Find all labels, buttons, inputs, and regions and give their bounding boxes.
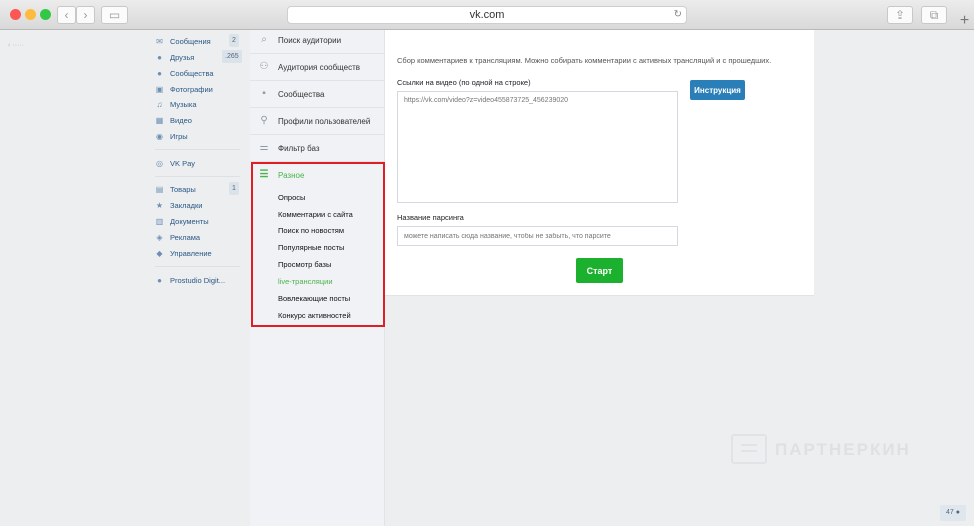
watermark-text: ПАРТНЕРКИН bbox=[775, 440, 911, 459]
app-menu-divider bbox=[250, 134, 385, 135]
misc-sub-item[interactable]: Поиск по новостям bbox=[278, 226, 344, 238]
messages-badge: 2 bbox=[229, 34, 239, 47]
misc-sub-item[interactable]: Опросы bbox=[278, 193, 305, 205]
misc-sub-item[interactable]: Популярные посты bbox=[278, 243, 344, 255]
vk-menu-item-goods[interactable]: ▤ Товары bbox=[155, 182, 196, 196]
vk-menu-item-vkpay[interactable]: ◎ VK Pay bbox=[155, 156, 195, 170]
misc-sub-item[interactable]: Комментарии с сайта bbox=[278, 210, 353, 222]
group-icon: ● bbox=[157, 275, 162, 285]
app-menu-item-user-profiles[interactable]: ⚲ Профили пользователей bbox=[258, 113, 370, 129]
video-links-textarea[interactable] bbox=[397, 91, 678, 203]
communities-icon: ● bbox=[157, 68, 162, 78]
messages-icon: ✉ bbox=[156, 36, 163, 46]
vk-menu-item-video[interactable]: ▦ Видео bbox=[155, 113, 192, 127]
manage-icon: ◆ bbox=[156, 248, 163, 258]
vk-menu-item-manage[interactable]: ◆ Управление bbox=[155, 246, 211, 260]
app-menu-divider bbox=[250, 80, 385, 81]
users-icon: ⚇ bbox=[259, 61, 269, 72]
back-button[interactable]: ‹ bbox=[57, 6, 76, 24]
back-link[interactable]: ‹ ····· bbox=[8, 42, 24, 49]
friends-icon: ● bbox=[157, 52, 162, 62]
misc-sub-item[interactable]: Конкурс активностей bbox=[278, 311, 351, 323]
links-label: Ссылки на видео (по одной на строке) bbox=[397, 78, 531, 87]
online-friends-badge[interactable]: 47 ● bbox=[940, 505, 966, 521]
goods-icon: ▤ bbox=[155, 184, 164, 194]
show-tabs-button[interactable]: ⧉ bbox=[921, 6, 947, 24]
app-menu-item-audience-search[interactable]: ⌕ Поиск аудитории bbox=[258, 32, 341, 48]
chevron-left-icon: ‹ bbox=[64, 8, 69, 22]
share-icon: ⇪ bbox=[894, 8, 906, 22]
misc-sub-item[interactable]: Просмотр базы bbox=[278, 260, 331, 272]
parsing-name-input[interactable] bbox=[397, 226, 678, 246]
vk-menu-divider bbox=[155, 266, 240, 267]
ads-icon: ◈ bbox=[156, 232, 163, 242]
url-text: vk.com bbox=[469, 9, 505, 21]
vk-menu-divider bbox=[155, 149, 240, 150]
tabs-icon: ⧉ bbox=[929, 8, 939, 22]
video-icon: ▦ bbox=[155, 115, 164, 125]
misc-sub-item[interactable]: Вовлекающие посты bbox=[278, 294, 350, 306]
misc-sub-item-active[interactable]: live-трансляции bbox=[278, 277, 333, 289]
new-tab-button[interactable]: + bbox=[955, 12, 974, 30]
forward-button[interactable]: › bbox=[76, 6, 95, 24]
close-window-button[interactable] bbox=[10, 9, 21, 20]
vk-menu-item-documents[interactable]: ▥ Документы bbox=[155, 214, 209, 228]
zoom-window-button[interactable] bbox=[40, 9, 51, 20]
photos-icon: ▣ bbox=[155, 84, 164, 94]
vk-menu-item-music[interactable]: ♫ Музыка bbox=[155, 97, 197, 111]
search-icon: ⌕ bbox=[261, 34, 267, 45]
app-menu-item-misc[interactable]: ☰ Разное bbox=[258, 168, 305, 182]
vk-menu-item-games[interactable]: ◉ Игры bbox=[155, 129, 188, 143]
address-bar[interactable]: vk.com ↻ bbox=[287, 6, 687, 24]
vkpay-icon: ◎ bbox=[156, 158, 163, 168]
vk-menu-item-messages[interactable]: ✉ Сообщения bbox=[155, 34, 211, 48]
app-menu-item-base-filter[interactable]: ⚌ Фильтр баз bbox=[258, 140, 320, 156]
app-menu-divider bbox=[250, 107, 385, 108]
browser-toolbar: ‹ › ▭ vk.com ↻ ⇪ ⧉ + bbox=[0, 0, 974, 30]
vk-menu-item-friends[interactable]: ● Друзья bbox=[155, 50, 194, 64]
parsing-name-label: Название парсинга bbox=[397, 213, 464, 222]
page-description: Сбор комментариев к трансляциям. Можно с… bbox=[397, 56, 772, 65]
app-menu-item-community-audience[interactable]: ⚇ Аудитория сообществ bbox=[258, 59, 361, 75]
watermark-logo-icon bbox=[731, 434, 767, 464]
chevron-right-icon: › bbox=[83, 8, 88, 22]
sidebar-icon: ▭ bbox=[108, 8, 121, 22]
vk-menu-item-photos[interactable]: ▣ Фотографии bbox=[155, 82, 213, 96]
menu-lines-icon: ☰ bbox=[259, 169, 269, 180]
vk-menu-item-ads[interactable]: ◈ Реклама bbox=[155, 230, 200, 244]
minimize-window-button[interactable] bbox=[25, 9, 36, 20]
bookmarks-star-icon: ★ bbox=[155, 200, 164, 210]
vk-menu-divider bbox=[155, 176, 240, 177]
filter-icon: ⚌ bbox=[259, 142, 269, 153]
app-menu-divider bbox=[250, 53, 385, 54]
chat-icon: ▪ bbox=[262, 88, 266, 99]
games-icon: ◉ bbox=[156, 131, 163, 141]
person-icon: ● bbox=[955, 509, 960, 516]
friends-badge: .265 bbox=[222, 50, 242, 63]
profile-search-icon: ⚲ bbox=[260, 115, 268, 126]
sidebar-toggle-button[interactable]: ▭ bbox=[101, 6, 128, 24]
reload-icon[interactable]: ↻ bbox=[674, 7, 682, 23]
goods-badge: 1 bbox=[229, 182, 239, 195]
app-menu-item-communities[interactable]: ▪ Сообщества bbox=[258, 86, 324, 102]
vk-menu-item-group[interactable]: ● Prostudio Digit... bbox=[155, 273, 225, 287]
share-button[interactable]: ⇪ bbox=[887, 6, 913, 24]
start-button[interactable]: Старт bbox=[576, 258, 623, 283]
instruction-button[interactable]: Инструкция bbox=[690, 80, 745, 100]
vk-menu-item-bookmarks[interactable]: ★ Закладки bbox=[155, 198, 203, 212]
documents-icon: ▥ bbox=[155, 216, 164, 226]
music-icon: ♫ bbox=[156, 99, 163, 109]
vk-menu-item-communities[interactable]: ● Сообщества bbox=[155, 66, 214, 80]
